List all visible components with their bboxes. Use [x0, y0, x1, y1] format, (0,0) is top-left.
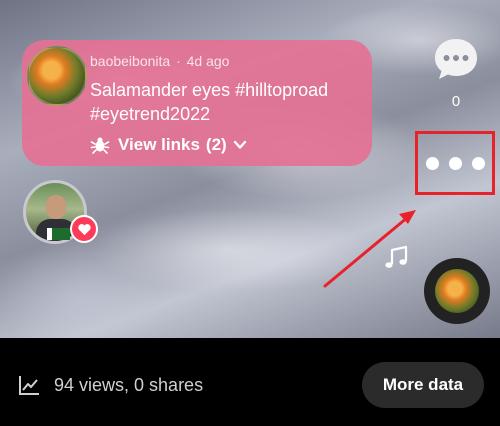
music-note-icon [385, 245, 408, 268]
bottom-bar: 94 views, 0 shares More data [0, 338, 500, 426]
comment-time: 4d ago [186, 53, 230, 69]
music-disc[interactable] [424, 258, 490, 324]
flag-icon [47, 228, 70, 240]
comment-bubble-icon[interactable] [432, 35, 480, 83]
meta-separator: · [176, 53, 181, 69]
commenter-username[interactable]: baobeibonita [90, 53, 170, 69]
more-dot-icon [425, 156, 439, 170]
view-links-button[interactable]: View links (2) [90, 133, 247, 157]
comment-card[interactable]: baobeibonita · 4d ago Salamander eyes #h… [22, 40, 372, 166]
heart-icon [77, 223, 91, 235]
comment-count: 0 [451, 93, 461, 110]
view-links-label: View links [118, 135, 200, 154]
avatar-face [46, 195, 66, 219]
commenter-avatar[interactable] [27, 46, 87, 106]
comment-meta: baobeibonita · 4d ago [90, 53, 229, 69]
more-dot-icon [448, 156, 462, 170]
view-links-count: (2) [205, 135, 227, 154]
music-cover-art [435, 269, 479, 313]
more-options-button[interactable] [415, 131, 495, 195]
video-stats: 94 views, 0 shares [18, 374, 203, 396]
bug-icon [90, 137, 110, 154]
video-background[interactable]: baobeibonita · 4d ago Salamander eyes #h… [0, 0, 500, 338]
more-data-button[interactable]: More data [362, 362, 484, 408]
stats-text: 94 views, 0 shares [54, 374, 204, 395]
comment-text: Salamander eyes #hilltoproad #eyetrend20… [90, 80, 329, 124]
analytics-chart-icon [19, 376, 39, 395]
chevron-down-icon [233, 140, 246, 149]
like-badge[interactable] [70, 215, 98, 243]
more-dot-icon [471, 156, 485, 170]
